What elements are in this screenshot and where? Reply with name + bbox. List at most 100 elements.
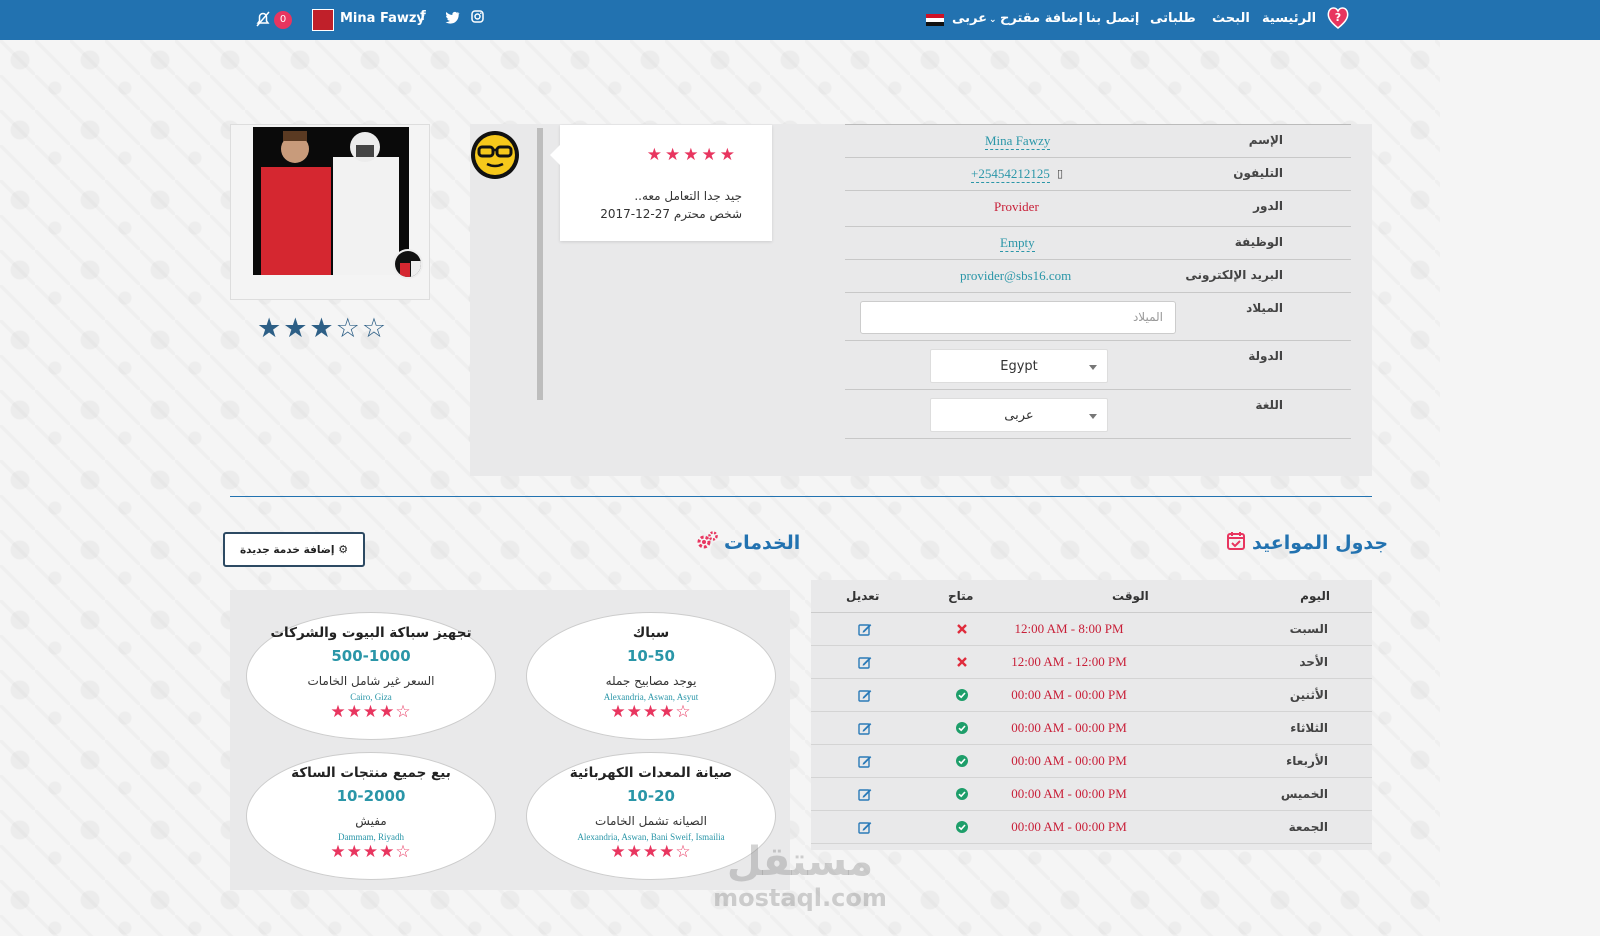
- twitter-icon[interactable]: [445, 11, 460, 24]
- service-locations: Alexandria, Aswan, Asyut: [603, 692, 699, 702]
- birthdate-label: الميلاد: [1246, 301, 1283, 315]
- country-label: الدولة: [1248, 349, 1283, 363]
- check-circle-icon: [956, 788, 968, 800]
- reviewer-smiley-icon: [471, 131, 519, 179]
- phone-value[interactable]: +25454212125: [971, 166, 1050, 183]
- header-edit: تعديل: [846, 589, 880, 603]
- logo-icon[interactable]: ?: [1325, 4, 1351, 30]
- nav-user-name[interactable]: Mina Fawzy: [340, 11, 425, 27]
- edit-icon[interactable]: [858, 755, 872, 768]
- schedule-time-text: 00:00 AM - 00:00 PM: [1011, 819, 1127, 834]
- name-label: الإسم: [1248, 133, 1283, 147]
- review-author-date: شخص محترم 27-12-2017: [600, 207, 742, 221]
- schedule-time-text: 00:00 AM - 00:00 PM: [1011, 786, 1127, 801]
- small-avatar: [393, 249, 423, 279]
- user-avatar[interactable]: [312, 9, 334, 31]
- profile-photo-card: [230, 124, 430, 300]
- chevron-down-icon: ⌄: [989, 15, 997, 25]
- edit-icon[interactable]: [858, 623, 872, 636]
- schedule-day: السبت: [1289, 622, 1328, 636]
- review-card: ★★★★★ جيد جدا التعامل معه.. شخص محترم 27…: [550, 125, 772, 241]
- egypt-flag-icon: [926, 14, 944, 26]
- services-title: الخدمات: [724, 532, 800, 554]
- edit-icon[interactable]: [858, 656, 872, 669]
- service-card[interactable]: بيع جميع منتجات الساكة 10-2000 مفيش Damm…: [246, 752, 496, 880]
- schedule-time-text: 00:00 AM - 00:00 PM: [1011, 687, 1127, 702]
- edit-icon[interactable]: [858, 689, 872, 702]
- header-time: الوقت: [1112, 589, 1149, 603]
- schedule-row: السبت 12:00 AM - 8:00 PM: [811, 613, 1372, 646]
- service-card[interactable]: سباك 10-50 يوجد مصابيح جمله Alexandria, …: [526, 612, 776, 740]
- nav-my-orders[interactable]: طلباتى: [1150, 11, 1196, 27]
- caret-down-icon: [1089, 414, 1097, 419]
- watermark: مستقل mostaql.com: [700, 840, 900, 918]
- info-row-email: البريد الإلكترونى provider@sbs16.com: [845, 260, 1351, 293]
- schedule-row: الثلاثاء 00:00 AM - 00:00 PM: [811, 712, 1372, 745]
- bell-off-icon[interactable]: [254, 10, 272, 28]
- country-select[interactable]: Egypt: [930, 349, 1108, 383]
- info-row-job: الوظيفة Empty: [845, 227, 1351, 260]
- service-price: 10-20: [627, 787, 675, 805]
- service-card[interactable]: تجهيز سباكة البيوت والشركات 500-1000 الس…: [246, 612, 496, 740]
- review-text: جيد جدا التعامل معه.. شخص محترم 27-12-20…: [600, 187, 742, 223]
- info-row-country: الدولة Egypt: [845, 341, 1351, 390]
- info-row-language: اللغة عربى: [845, 390, 1351, 439]
- header-day: اليوم: [1300, 589, 1330, 603]
- service-description: يوجد مصابيح جمله: [605, 674, 697, 688]
- name-value[interactable]: Mina Fawzy: [985, 133, 1051, 150]
- service-title: سباك: [632, 625, 670, 641]
- service-description: مفيش: [355, 814, 387, 828]
- edit-icon[interactable]: [858, 821, 872, 834]
- edit-icon[interactable]: [858, 788, 872, 801]
- caret-down-icon: [1089, 365, 1097, 370]
- schedule-row: الخميس 00:00 AM - 00:00 PM: [811, 778, 1372, 811]
- language-select[interactable]: عربى: [930, 398, 1108, 432]
- schedule-day: الأحد: [1299, 655, 1328, 669]
- schedule-time-text: 00:00 AM - 00:00 PM: [1011, 720, 1127, 735]
- language-label: عربى: [952, 11, 988, 26]
- nav-contact[interactable]: إتصل بنا: [1086, 11, 1139, 27]
- add-service-label: إضافة خدمة جديدة: [239, 544, 335, 556]
- watermark-latin: mostaql.com: [713, 884, 887, 912]
- edit-icon[interactable]: [858, 722, 872, 735]
- gears-icon: [697, 531, 718, 549]
- schedule-row: الأربعاء 00:00 AM - 00:00 PM: [811, 745, 1372, 778]
- close-icon: [957, 657, 967, 667]
- schedule-time-text: 12:00 AM - 12:00 PM: [1011, 654, 1127, 669]
- review-comment: جيد جدا التعامل معه..: [634, 189, 742, 203]
- profile-info-table: الإسم Mina Fawzy التليفون ▯ +25454212125…: [845, 124, 1351, 439]
- service-price: 10-2000: [336, 787, 406, 805]
- service-price: 500-1000: [331, 647, 411, 665]
- email-value: provider@sbs16.com: [960, 268, 1072, 283]
- nav-language[interactable]: عربى ⌄: [952, 11, 997, 28]
- facebook-icon[interactable]: f: [415, 9, 431, 24]
- services-title-text: الخدمات: [724, 532, 801, 554]
- info-row-name: الإسم Mina Fawzy: [845, 125, 1351, 158]
- nav-home[interactable]: الرئيسية: [1262, 11, 1316, 27]
- nav-add-suggestion[interactable]: إضافة مقترح: [1000, 11, 1083, 27]
- instagram-icon[interactable]: [471, 10, 484, 23]
- watermark-arabic: مستقل: [726, 839, 874, 885]
- job-value[interactable]: Empty: [1000, 235, 1035, 252]
- service-locations: Dammam, Riyadh: [338, 832, 404, 842]
- schedule-row: الأثنين 00:00 AM - 00:00 PM: [811, 679, 1372, 712]
- birthdate-input[interactable]: الميلاد: [860, 301, 1176, 334]
- language-selected: عربى: [1004, 408, 1034, 423]
- role-value: Provider: [994, 199, 1039, 214]
- top-navbar: ? الرئيسية البحث طلباتى إتصل بنا إضافة م…: [0, 0, 1600, 40]
- close-icon: [957, 624, 967, 634]
- schedule-day: الخميس: [1280, 787, 1328, 801]
- service-title: بيع جميع منتجات الساكة: [291, 765, 451, 781]
- info-row-role: الدور Provider: [845, 191, 1351, 227]
- header-available: متاح: [948, 589, 974, 603]
- schedule-title-text: جدول المواعيد: [1252, 532, 1389, 554]
- info-row-birthdate: الميلاد الميلاد: [845, 293, 1351, 341]
- mobile-icon: ▯: [1057, 167, 1064, 180]
- add-service-button[interactable]: إضافة خدمة جديدة ⚙: [223, 532, 365, 567]
- nav-search[interactable]: البحث: [1212, 11, 1250, 27]
- settings-icon: ⚙: [338, 543, 349, 556]
- check-circle-icon: [956, 689, 968, 701]
- service-price: 10-50: [627, 647, 675, 665]
- profile-photo[interactable]: [253, 127, 409, 275]
- notification-count-badge[interactable]: 0: [274, 11, 292, 29]
